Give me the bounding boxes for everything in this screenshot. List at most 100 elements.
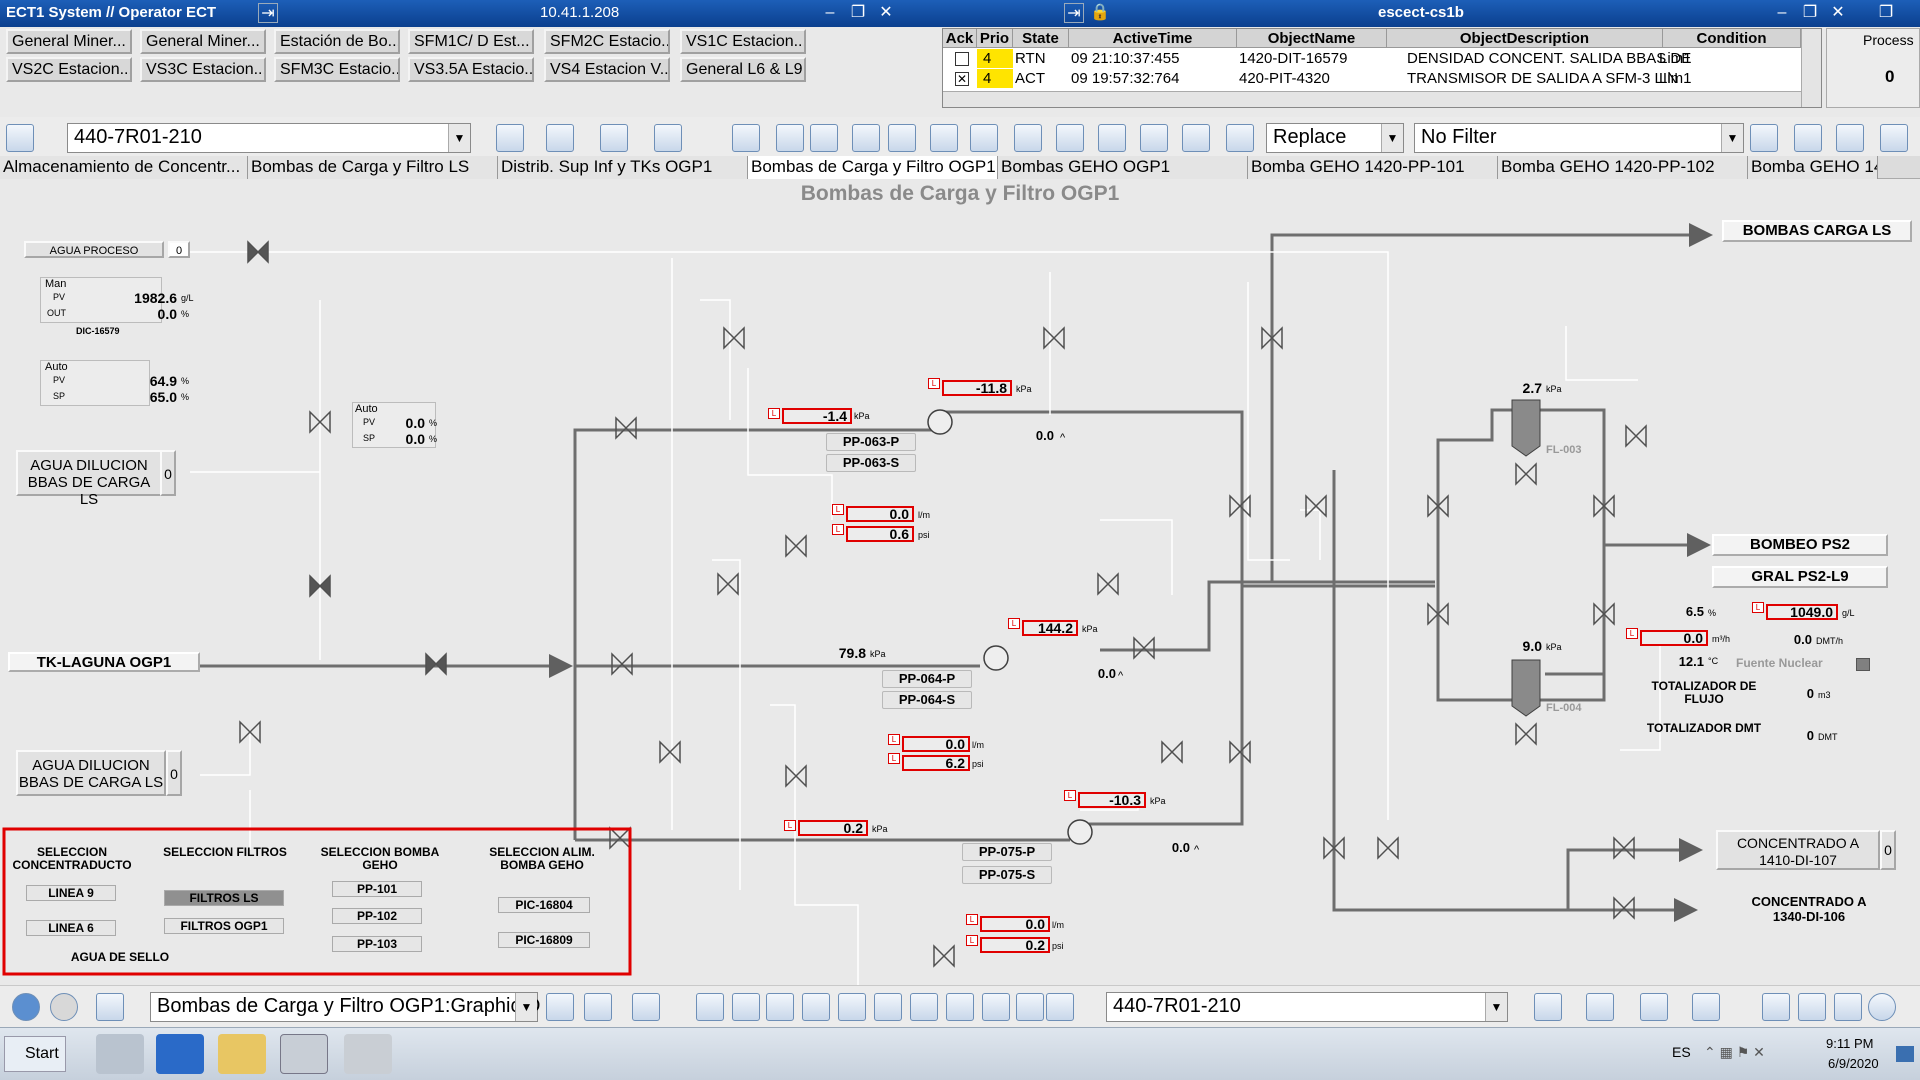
agua-proceso-label[interactable]: AGUA PROCESO: [24, 241, 164, 258]
gral-ps2-link[interactable]: GRAL PS2-L9: [1712, 566, 1888, 588]
pump-tag-s[interactable]: PP-063-S: [826, 454, 916, 472]
alarm-limit-indicator: L: [1626, 628, 1638, 639]
mute-icon[interactable]: [1016, 993, 1044, 1021]
unit-lm: l/m: [918, 510, 930, 520]
unit-psi: psi: [972, 759, 984, 769]
clock-time[interactable]: 9:11 PM: [1826, 1036, 1873, 1051]
select-linea-6[interactable]: LINEA 6: [26, 920, 116, 936]
help-icon[interactable]: [1868, 993, 1896, 1021]
search-icon[interactable]: [732, 993, 760, 1021]
abb-tools-icon[interactable]: [344, 1034, 392, 1074]
chevron-down-icon[interactable]: ▼: [1485, 993, 1507, 1021]
density-gl[interactable]: 1049.0: [1766, 604, 1838, 620]
list-icon[interactable]: [802, 993, 830, 1021]
select-linea-9[interactable]: LINEA 9: [26, 885, 116, 901]
agua-de-sello-label[interactable]: AGUA DE SELLO: [40, 950, 200, 964]
flow-rate[interactable]: 0.0: [980, 916, 1050, 932]
forward-icon[interactable]: [50, 993, 78, 1021]
select-pp-102[interactable]: PP-102: [332, 908, 422, 924]
pump-tag-p[interactable]: PP-064-P: [882, 670, 972, 688]
tray-icons[interactable]: ⌃ ▦ ⚑ ✕: [1704, 1044, 1804, 1064]
display-icon[interactable]: [838, 993, 866, 1021]
unit-psi: psi: [1052, 941, 1064, 951]
concentrado-a-link[interactable]: CONCENTRADO A 1410-DI-107: [1716, 830, 1880, 870]
pump-tag-s[interactable]: PP-075-S: [962, 866, 1052, 884]
trend-icon[interactable]: [1640, 993, 1668, 1021]
caret: ^: [1118, 670, 1124, 682]
agua-dilucion-label[interactable]: AGUA DILUCION BBAS DE CARGA LS: [16, 450, 162, 508]
seal-pressure[interactable]: 0.6: [846, 526, 914, 542]
abb-workplace-icon[interactable]: [280, 1034, 328, 1074]
totalizador-flujo-label: TOTALIZADOR DE FLUJO: [1651, 679, 1757, 706]
unit-kpa: kPa: [870, 649, 886, 659]
table-icon[interactable]: [874, 993, 902, 1021]
language-indicator[interactable]: ES: [1672, 1044, 1691, 1060]
database-icon[interactable]: [1534, 993, 1562, 1021]
seal-pressure[interactable]: 6.2: [902, 755, 970, 771]
window-icon[interactable]: [632, 993, 660, 1021]
chevron-down-icon[interactable]: ▼: [515, 993, 537, 1021]
flow-rate[interactable]: 0.0: [846, 506, 914, 522]
pin-icon[interactable]: [546, 993, 574, 1021]
concentrado-a-label[interactable]: CONCENTRADO A 1340-DI-106: [1736, 894, 1882, 924]
suction-pressure[interactable]: -1.4: [782, 408, 852, 424]
flow-rate[interactable]: 0.0: [902, 736, 970, 752]
object-icon[interactable]: [1046, 993, 1074, 1021]
discharge-pressure[interactable]: -11.8: [942, 380, 1012, 396]
select-filtros-ls[interactable]: FILTROS LS: [164, 890, 284, 906]
report-icon[interactable]: [696, 993, 724, 1021]
mode-label: Auto: [355, 403, 378, 415]
filter-tag: FL-003: [1546, 444, 1582, 456]
back-icon[interactable]: [12, 993, 40, 1021]
pump-tag-s[interactable]: PP-064-S: [882, 691, 972, 709]
select-pp-101[interactable]: PP-101: [332, 881, 422, 897]
controller-faceplate[interactable]: Man PV 1982.6 g/L OUT 0.0 %: [40, 277, 194, 323]
print-icon[interactable]: [584, 993, 612, 1021]
layout-icon[interactable]: [1586, 993, 1614, 1021]
sp-label: SP: [53, 391, 66, 401]
select-filtros-ogp1[interactable]: FILTROS OGP1: [164, 918, 284, 934]
pump-tag-p[interactable]: PP-075-P: [962, 843, 1052, 861]
tk-laguna-label[interactable]: TK-LAGUNA OGP1: [8, 652, 200, 672]
alarm-limit-indicator: L: [832, 524, 844, 535]
flow-m3h[interactable]: 0.0: [1640, 630, 1708, 646]
window-icon[interactable]: [910, 993, 938, 1021]
star-icon[interactable]: [1798, 993, 1826, 1021]
graphic-combo[interactable]: Bombas de Carga y Filtro OGP1:Graphic D …: [150, 992, 540, 1022]
split-icon[interactable]: [1762, 993, 1790, 1021]
agua-dilucion-label[interactable]: AGUA DILUCION BBAS DE CARGA LS: [16, 750, 166, 796]
alarm-limit-indicator: L: [768, 408, 780, 419]
select-pic-16809[interactable]: PIC-16809: [498, 932, 590, 948]
object-icon[interactable]: [96, 993, 124, 1021]
controller-faceplate[interactable]: Auto PV 0.0 % SP 0.0 %: [352, 402, 438, 448]
bottom-object-combo[interactable]: 440-7R01-210 ▼: [1106, 992, 1508, 1022]
agua-dilucion-value: 0: [160, 450, 176, 496]
sp-unit: %: [429, 434, 438, 444]
graphic-icon[interactable]: [766, 993, 794, 1021]
bombeo-ps2-link[interactable]: BOMBEO PS2: [1712, 534, 1888, 556]
faceplate-icon[interactable]: [1692, 993, 1720, 1021]
select-pp-103[interactable]: PP-103: [332, 936, 422, 952]
suction-pressure: 79.8: [838, 645, 866, 661]
bombas-carga-ls-link[interactable]: BOMBAS CARGA LS: [1722, 220, 1912, 242]
gears-icon[interactable]: [982, 993, 1010, 1021]
close-window-icon[interactable]: [1834, 993, 1862, 1021]
folder-icon[interactable]: [218, 1034, 266, 1074]
fuente-nuclear-indicator[interactable]: [1856, 658, 1870, 671]
computer-icon[interactable]: [96, 1034, 144, 1074]
controller-faceplate[interactable]: Auto PV 64.9 % SP 65.0 %: [40, 360, 189, 406]
powershell-icon[interactable]: [156, 1034, 204, 1074]
gear-icon[interactable]: [946, 993, 974, 1021]
seal-pressure[interactable]: 0.2: [980, 937, 1050, 953]
alarm-limit-indicator: L: [928, 378, 940, 389]
select-pic-16804[interactable]: PIC-16804: [498, 897, 590, 913]
unit-pct: %: [1708, 608, 1717, 618]
discharge-pressure[interactable]: 144.2: [1022, 620, 1078, 636]
discharge-pressure[interactable]: -10.3: [1078, 792, 1146, 808]
pump-tag-p[interactable]: PP-063-P: [826, 433, 916, 451]
suction-pressure[interactable]: 0.2: [798, 820, 868, 836]
caret: ^: [1194, 844, 1200, 856]
start-button[interactable]: Start: [4, 1036, 66, 1072]
clock-date[interactable]: 6/9/2020: [1828, 1056, 1879, 1071]
show-desktop-icon[interactable]: [1896, 1046, 1914, 1062]
